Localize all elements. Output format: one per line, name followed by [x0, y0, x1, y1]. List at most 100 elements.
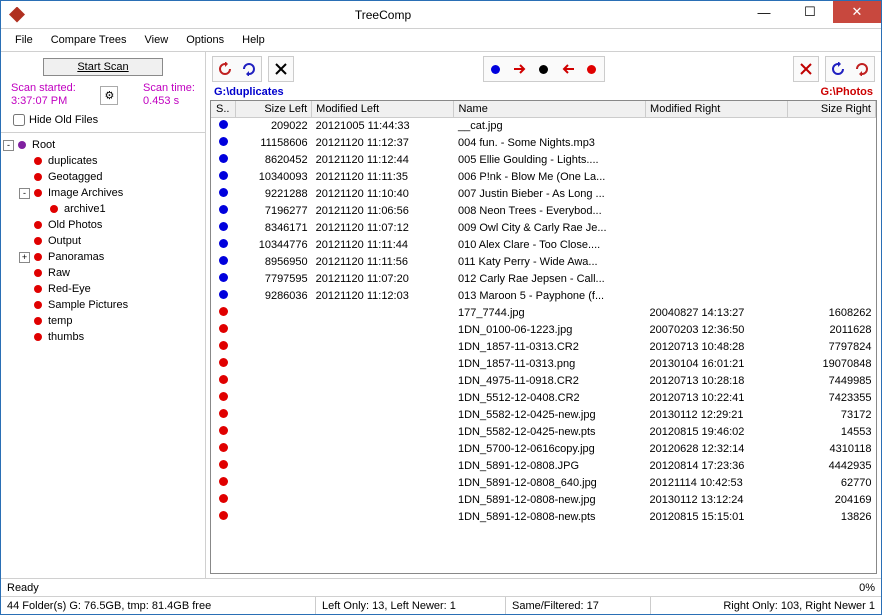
file-row[interactable]: 1DN_5512-12-0408.CR220120713 10:22:41742… [211, 390, 876, 407]
filter-right-only-button[interactable] [581, 58, 603, 80]
col-modified-right[interactable]: Modified Right [646, 101, 788, 118]
expand-icon[interactable]: - [3, 140, 14, 151]
file-row[interactable]: 1DN_0100-06-1223.jpg20070203 12:36:50201… [211, 322, 876, 339]
tree-item[interactable]: thumbs [3, 329, 203, 345]
cell-name: 008 Neon Trees - Everybod... [454, 203, 646, 220]
file-row[interactable]: 834617120121120 11:07:12009 Owl City & C… [211, 220, 876, 237]
tree-item[interactable]: +Panoramas [3, 249, 203, 265]
col-name[interactable]: Name [454, 101, 646, 118]
menu-view[interactable]: View [137, 32, 177, 48]
file-row[interactable]: 1DN_5891-12-0808.JPG20120814 17:23:36444… [211, 458, 876, 475]
tree-item[interactable]: Red-Eye [3, 281, 203, 297]
file-row[interactable]: 1DN_4975-11-0918.CR220120713 10:28:18744… [211, 373, 876, 390]
cell-modified-left [312, 305, 454, 322]
menu-options[interactable]: Options [178, 32, 232, 48]
folder-dot-icon [32, 235, 44, 247]
filter-same-button[interactable] [533, 58, 555, 80]
sync-left-button[interactable] [827, 58, 849, 80]
file-row[interactable]: 895695020121120 11:11:56011 Katy Perry -… [211, 254, 876, 271]
close-button[interactable]: ✕ [833, 1, 881, 23]
file-grid[interactable]: S.. Size Left Modified Left Name Modifie… [210, 100, 877, 574]
tree-root[interactable]: -Root [3, 137, 203, 153]
tree-item[interactable]: Old Photos [3, 217, 203, 233]
clear-button[interactable] [795, 58, 817, 80]
cell-modified-right: 20040827 14:13:27 [646, 305, 788, 322]
file-row[interactable]: 20902220121005 11:44:33__cat.jpg [211, 118, 876, 135]
cell-size-right: 7449985 [788, 373, 876, 390]
start-scan-button[interactable]: Start Scan [43, 58, 163, 76]
file-row[interactable]: 1034009320121120 11:11:35006 P!nk - Blow… [211, 169, 876, 186]
tree-item[interactable]: duplicates [3, 153, 203, 169]
cell-size-left: 8620452 [235, 152, 312, 169]
refresh-right-button[interactable] [238, 58, 260, 80]
tree-item[interactable]: -Image Archives [3, 185, 203, 201]
hide-old-files-input[interactable] [13, 114, 25, 126]
menu-help[interactable]: Help [234, 32, 273, 48]
folder-tree[interactable]: -RootduplicatesGeotagged-Image Archives a… [1, 132, 205, 578]
col-size-left[interactable]: Size Left [235, 101, 312, 118]
cell-size-right: 19070848 [788, 356, 876, 373]
file-row[interactable]: 1115860620121120 11:12:37004 fun. - Some… [211, 135, 876, 152]
file-row[interactable]: 928603620121120 11:12:03013 Maroon 5 - P… [211, 288, 876, 305]
menu-file[interactable]: File [7, 32, 41, 48]
tree-item[interactable]: Sample Pictures [3, 297, 203, 313]
hide-old-files-checkbox[interactable]: Hide Old Files [7, 112, 199, 128]
col-status[interactable]: S.. [211, 101, 235, 118]
file-row[interactable]: 1034477620121120 11:11:44010 Alex Clare … [211, 237, 876, 254]
col-modified-left[interactable]: Modified Left [312, 101, 454, 118]
tree-label: archive1 [64, 203, 106, 215]
status-dot-icon [219, 171, 228, 180]
maximize-button[interactable]: ☐ [787, 1, 833, 23]
file-row[interactable]: 922128820121120 11:10:40007 Justin Biebe… [211, 186, 876, 203]
tree-item[interactable]: temp [3, 313, 203, 329]
delete-button[interactable] [270, 58, 292, 80]
expand-icon[interactable]: - [19, 188, 30, 199]
file-row[interactable]: 1DN_5582-12-0425-new.jpg20130112 12:29:2… [211, 407, 876, 424]
file-row[interactable]: 1DN_5582-12-0425-new.pts20120815 19:46:0… [211, 424, 876, 441]
cell-size-right [788, 118, 876, 135]
cell-name: 1DN_5891-12-0808_640.jpg [454, 475, 646, 492]
expand-icon[interactable]: + [19, 252, 30, 263]
sync-right-button[interactable] [851, 58, 873, 80]
file-row[interactable]: 1DN_5891-12-0808_640.jpg20121114 10:42:5… [211, 475, 876, 492]
cell-modified-right [646, 203, 788, 220]
cell-size-left: 9286036 [235, 288, 312, 305]
cell-name: 1DN_1857-11-0313.png [454, 356, 646, 373]
file-row[interactable]: 1DN_5700-12-0616copy.jpg20120628 12:32:1… [211, 441, 876, 458]
file-row[interactable]: 862045220121120 11:12:44005 Ellie Gouldi… [211, 152, 876, 169]
tree-item[interactable]: Raw [3, 265, 203, 281]
refresh-left-button[interactable] [214, 58, 236, 80]
file-row[interactable]: 177_7744.jpg20040827 14:13:271608262 [211, 305, 876, 322]
tree-item[interactable]: Geotagged [3, 169, 203, 185]
file-row[interactable]: 1DN_5891-12-0808-new.jpg20130112 13:12:2… [211, 492, 876, 509]
cell-name: 1DN_0100-06-1223.jpg [454, 322, 646, 339]
copy-left-button[interactable] [557, 58, 579, 80]
filter-left-only-button[interactable] [485, 58, 507, 80]
cell-size-right [788, 203, 876, 220]
col-size-right[interactable]: Size Right [788, 101, 876, 118]
tree-item[interactable]: archive1 [3, 201, 203, 217]
cell-size-left: 8346171 [235, 220, 312, 237]
left-path: G:\duplicates [214, 86, 284, 98]
file-row[interactable]: 1DN_1857-11-0313.png20130104 16:01:21190… [211, 356, 876, 373]
cell-size-right: 62770 [788, 475, 876, 492]
file-row[interactable]: 1DN_1857-11-0313.CR220120713 10:48:28779… [211, 339, 876, 356]
cell-modified-left [312, 373, 454, 390]
cell-size-left [235, 373, 312, 390]
scan-settings-icon[interactable]: ⚙ [100, 86, 118, 105]
tree-label: thumbs [48, 331, 84, 343]
cell-name: 010 Alex Clare - Too Close.... [454, 237, 646, 254]
cell-size-left: 8956950 [235, 254, 312, 271]
black-dot-icon [539, 65, 548, 74]
menu-compare-trees[interactable]: Compare Trees [43, 32, 135, 48]
cell-size-left [235, 339, 312, 356]
file-row[interactable]: 1DN_5891-12-0808-new.pts20120815 15:15:0… [211, 509, 876, 526]
copy-right-button[interactable] [509, 58, 531, 80]
file-row[interactable]: 719627720121120 11:06:56008 Neon Trees -… [211, 203, 876, 220]
cell-modified-right [646, 237, 788, 254]
file-row[interactable]: 779759520121120 11:07:20012 Carly Rae Je… [211, 271, 876, 288]
tree-item[interactable]: Output [3, 233, 203, 249]
minimize-button[interactable]: — [741, 1, 787, 23]
cell-name: 1DN_5582-12-0425-new.pts [454, 424, 646, 441]
cell-size-right [788, 152, 876, 169]
